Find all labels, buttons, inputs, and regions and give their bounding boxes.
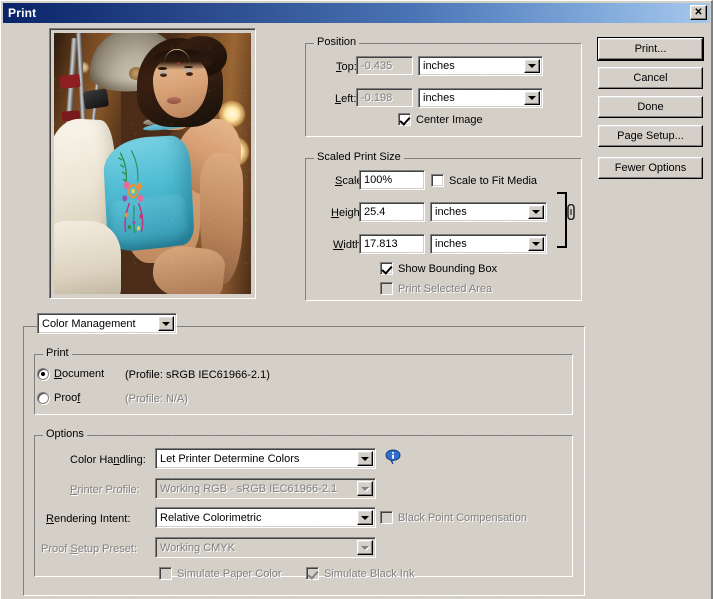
position-legend: Position	[314, 36, 360, 48]
print-selected-area-checkbox: Print Selected Area	[380, 282, 492, 295]
chevron-down-icon[interactable]	[158, 316, 174, 331]
show-bounding-box-label: Show Bounding Box	[398, 262, 498, 275]
cancel-button[interactable]: Cancel	[598, 67, 703, 89]
center-image-checkbox[interactable]: Center Image	[398, 113, 483, 126]
chain-link-icon[interactable]	[566, 204, 576, 220]
done-button[interactable]: Done	[598, 96, 703, 118]
aspect-ratio-bracket	[557, 192, 567, 248]
scale-input[interactable]: 100%	[359, 170, 425, 190]
print-button[interactable]: Print...	[597, 37, 704, 61]
proof-setup-preset-label: Proof Setup Preset:	[41, 543, 138, 555]
top-input[interactable]: -0.435	[356, 56, 413, 75]
rendering-intent-label: Rendering Intent:	[46, 513, 131, 525]
chevron-down-icon[interactable]	[528, 237, 544, 251]
proof-setup-preset-select: Working CMYK	[155, 537, 376, 558]
width-units-select[interactable]: inches	[430, 234, 547, 254]
document-profile-text: (Profile: sRGB IEC61966-2.1)	[125, 369, 270, 381]
top-label: Top:	[336, 61, 357, 73]
left-units-value: inches	[423, 92, 455, 104]
section-select-value: Color Management	[42, 317, 136, 330]
chevron-down-icon	[357, 481, 373, 496]
proof-label: Proof	[54, 392, 81, 404]
color-handling-value: Let Printer Determine Colors	[160, 452, 300, 465]
chevron-down-icon[interactable]	[357, 451, 373, 466]
center-image-label: Center Image	[416, 113, 483, 126]
printer-profile-select: Working RGB - sRGB IEC61966-2.1	[155, 478, 376, 499]
simulate-paper-color-label: Simulate Paper Color	[177, 567, 282, 580]
top-units-select[interactable]: inches	[418, 56, 543, 76]
simulate-black-ink-label: Simulate Black Ink	[324, 567, 415, 580]
width-input[interactable]: 17.813	[359, 234, 425, 254]
height-units-select[interactable]: inches	[430, 202, 547, 222]
radio-document[interactable]: Document	[37, 368, 104, 380]
left-units-select[interactable]: inches	[418, 88, 543, 108]
chevron-down-icon[interactable]	[357, 510, 373, 525]
radio-circle	[37, 368, 49, 380]
checkbox-box	[159, 567, 172, 580]
proof-setup-preset-value: Working CMYK	[160, 541, 235, 554]
radio-proof[interactable]: Proof	[37, 392, 80, 404]
print-subgroup-legend: Print	[43, 347, 72, 359]
preview-image	[54, 33, 251, 294]
top-units-value: inches	[423, 60, 455, 72]
checkbox-box	[306, 567, 319, 580]
print-subgroup	[34, 354, 573, 415]
rendering-intent-select[interactable]: Relative Colorimetric	[155, 507, 376, 528]
embroidery-motif	[118, 149, 144, 234]
width-units-value: inches	[435, 238, 467, 250]
proof-profile-text: (Profile: N/A)	[125, 393, 188, 405]
height-input[interactable]: 25.4	[359, 202, 425, 222]
checkbox-box	[431, 174, 444, 187]
rendering-intent-value: Relative Colorimetric	[160, 511, 262, 524]
print-preview[interactable]	[49, 28, 256, 299]
scaled-print-size-legend: Scaled Print Size	[314, 151, 404, 163]
left-input[interactable]: -0.198	[356, 88, 413, 107]
checkbox-box	[380, 282, 393, 295]
color-handling-label: Color Handling:	[70, 454, 146, 466]
page-setup-button[interactable]: Page Setup...	[598, 125, 703, 147]
fewer-options-button[interactable]: Fewer Options	[598, 157, 703, 179]
document-label: Document	[54, 368, 105, 380]
simulate-black-ink-checkbox: Simulate Black Ink	[306, 567, 414, 580]
print-dialog: Print ✕ Position Top: -0.435 inches Left…	[0, 0, 713, 599]
chevron-down-icon[interactable]	[524, 91, 540, 105]
close-icon[interactable]: ✕	[690, 5, 707, 20]
radio-circle	[37, 392, 49, 404]
black-point-compensation-label: Black Point Compensation	[398, 511, 528, 524]
chevron-down-icon	[357, 540, 373, 555]
chevron-down-icon[interactable]	[524, 59, 540, 73]
checkbox-box	[380, 262, 393, 275]
printer-profile-label: Printer Profile:	[70, 484, 140, 496]
height-units-value: inches	[435, 206, 467, 218]
show-bounding-box-checkbox[interactable]: Show Bounding Box	[380, 262, 497, 275]
printer-profile-value: Working RGB - sRGB IEC61966-2.1	[160, 482, 338, 495]
title-bar: Print ✕	[3, 3, 710, 23]
black-point-compensation-checkbox: Black Point Compensation	[380, 511, 527, 524]
window-title: Print	[8, 6, 37, 20]
simulate-paper-color-checkbox: Simulate Paper Color	[159, 567, 282, 580]
checkbox-box	[380, 511, 393, 524]
chevron-down-icon[interactable]	[528, 205, 544, 219]
left-label: Left:	[335, 93, 357, 105]
color-handling-select[interactable]: Let Printer Determine Colors	[155, 448, 376, 469]
scale-to-fit-media-label: Scale to Fit Media	[449, 174, 538, 187]
checkbox-box	[398, 113, 411, 126]
print-selected-area-label: Print Selected Area	[398, 282, 493, 295]
section-select[interactable]: Color Management	[37, 313, 177, 334]
info-balloon-icon[interactable]	[385, 449, 401, 465]
scale-to-fit-media-checkbox[interactable]: Scale to Fit Media	[431, 174, 537, 187]
options-subgroup-legend: Options	[43, 428, 87, 440]
